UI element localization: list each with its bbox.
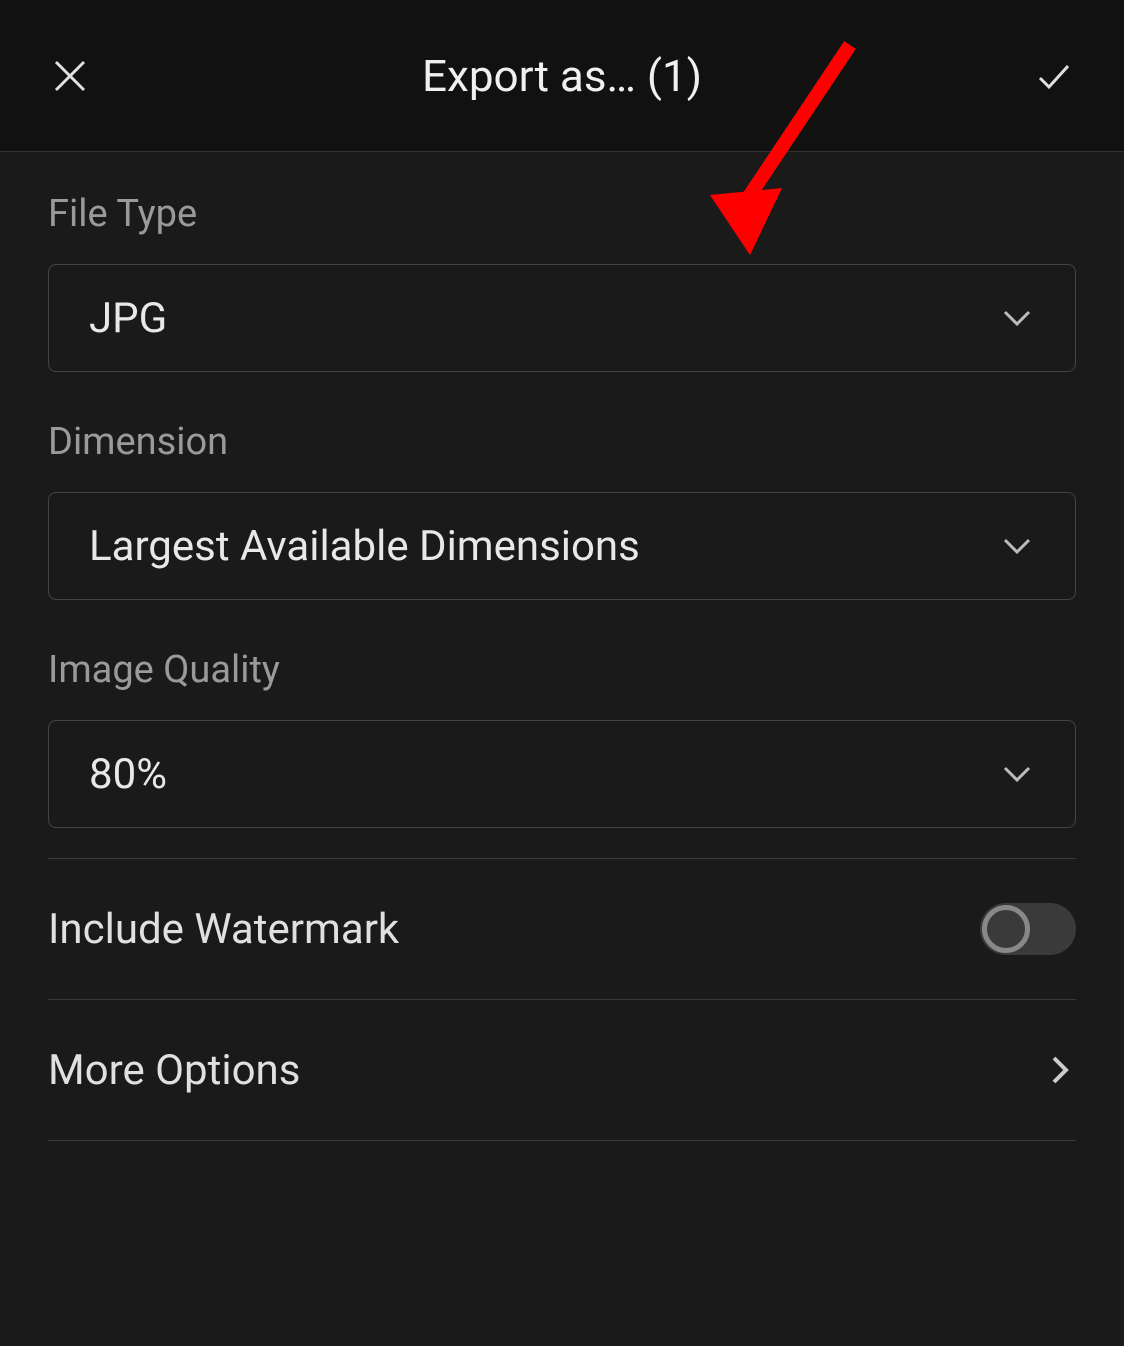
image-quality-select[interactable]: 80%	[48, 720, 1076, 828]
image-quality-label: Image Quality	[48, 648, 1076, 692]
dimension-label: Dimension	[48, 420, 1076, 464]
more-options-label: More Options	[48, 1046, 300, 1095]
divider	[48, 1140, 1076, 1141]
page-title: Export as… (1)	[95, 50, 1029, 102]
checkmark-icon	[1034, 56, 1074, 96]
confirm-button[interactable]	[1029, 51, 1079, 101]
include-watermark-toggle[interactable]	[980, 903, 1076, 955]
toggle-knob	[982, 905, 1030, 953]
include-watermark-row[interactable]: Include Watermark	[48, 859, 1076, 999]
export-settings-content: File Type JPG Dimension Largest Availabl…	[0, 152, 1124, 1141]
more-options-row[interactable]: More Options	[48, 1000, 1076, 1140]
chevron-right-icon	[1044, 1054, 1076, 1086]
file-type-select[interactable]: JPG	[48, 264, 1076, 372]
chevron-down-icon	[999, 756, 1035, 792]
close-button[interactable]	[45, 51, 95, 101]
chevron-down-icon	[999, 528, 1035, 564]
dimension-value: Largest Available Dimensions	[89, 522, 640, 571]
close-icon	[50, 56, 90, 96]
file-type-label: File Type	[48, 192, 1076, 236]
dimension-select[interactable]: Largest Available Dimensions	[48, 492, 1076, 600]
file-type-value: JPG	[89, 294, 167, 343]
image-quality-value: 80%	[89, 750, 167, 799]
chevron-down-icon	[999, 300, 1035, 336]
include-watermark-label: Include Watermark	[48, 905, 399, 954]
dialog-header: Export as… (1)	[0, 0, 1124, 152]
